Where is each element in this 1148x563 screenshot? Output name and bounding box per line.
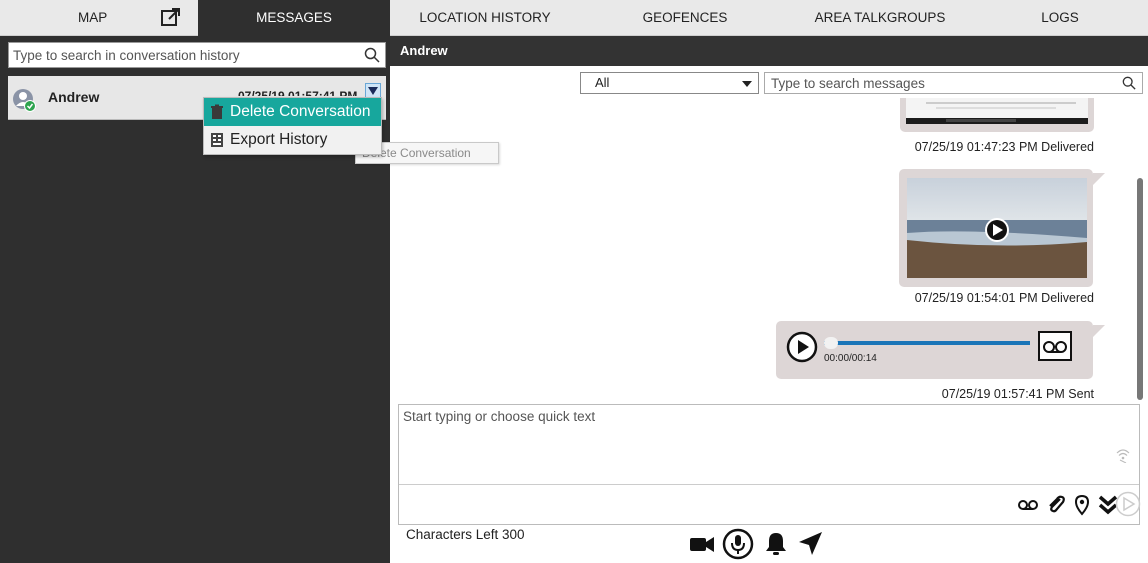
tab-area-talkgroups-label: AREA TALKGROUPS bbox=[814, 10, 946, 25]
tab-location-history[interactable]: LOCATION HISTORY bbox=[390, 0, 580, 36]
user-avatar-icon bbox=[13, 89, 36, 112]
tab-messages[interactable]: MESSAGES bbox=[198, 0, 390, 36]
navigation-arrow-icon[interactable] bbox=[796, 530, 824, 558]
top-nav: MAP MESSAGES LOCATION HISTORY GEOFENCES … bbox=[0, 0, 1148, 36]
location-pin-icon[interactable] bbox=[1071, 494, 1093, 516]
tab-geofences[interactable]: GEOFENCES bbox=[600, 0, 770, 36]
bubble-tail bbox=[1093, 325, 1105, 337]
delete-conversation-menu-item[interactable]: Delete Conversation bbox=[204, 98, 381, 126]
conversation-time: 07/25/19 01:57:41 PM bbox=[238, 89, 358, 96]
message-timestamp: 07/25/19 01:47:23 PM Delivered bbox=[914, 140, 1094, 154]
message-history: 07/25/19 01:47:23 PM Delivered 07/25/19 … bbox=[390, 98, 1148, 404]
export-history-label: Export History bbox=[230, 131, 328, 148]
conversation-search-input[interactable] bbox=[9, 43, 349, 67]
export-history-menu-item[interactable]: Export History bbox=[204, 126, 381, 154]
audio-message-bubble: 00:00/00:14 bbox=[776, 321, 1093, 379]
search-icon[interactable] bbox=[364, 47, 380, 63]
video-camera-icon[interactable] bbox=[688, 530, 716, 558]
video-message-bubble bbox=[899, 169, 1093, 287]
tab-map-label: MAP bbox=[78, 10, 108, 25]
message-timestamp: 07/25/19 01:57:41 PM Sent bbox=[941, 387, 1094, 401]
characters-left: Characters Left 300 bbox=[406, 527, 525, 542]
tab-logs-label: LOGS bbox=[1041, 10, 1079, 25]
app-window: MAP MESSAGES LOCATION HISTORY GEOFENCES … bbox=[0, 0, 1148, 563]
message-scrollbar[interactable] bbox=[1137, 178, 1143, 400]
conversation-context-menu: Delete Conversation Export History bbox=[203, 97, 382, 155]
paperclip-icon[interactable] bbox=[1045, 494, 1067, 516]
export-icon bbox=[211, 133, 223, 147]
conversation-name: Andrew bbox=[48, 89, 100, 105]
message-panel: Andrew All 07/25/19 0 bbox=[390, 36, 1148, 563]
play-icon[interactable] bbox=[786, 331, 818, 363]
video-thumbnail[interactable] bbox=[907, 178, 1087, 278]
search-icon[interactable] bbox=[1122, 76, 1136, 90]
conversation-header: Andrew bbox=[390, 36, 1148, 66]
message-filter-select[interactable]: All bbox=[580, 72, 759, 94]
popout-icon[interactable] bbox=[160, 6, 182, 28]
tab-map[interactable]: MAP bbox=[0, 0, 198, 36]
message-timestamp: 07/25/19 01:54:01 PM Delivered bbox=[914, 291, 1094, 305]
voicemail-icon[interactable] bbox=[1017, 494, 1039, 516]
send-icon[interactable] bbox=[1115, 491, 1141, 517]
tab-location-history-label: LOCATION HISTORY bbox=[419, 10, 551, 25]
delete-conversation-label: Delete Conversation bbox=[230, 103, 371, 120]
voicemail-icon bbox=[1038, 331, 1072, 361]
audio-time: 00:00/00:14 bbox=[824, 353, 877, 364]
image-message-bubble bbox=[900, 98, 1094, 132]
compose-box bbox=[398, 404, 1141, 525]
microphone-icon[interactable] bbox=[722, 528, 754, 560]
alert-bell-icon[interactable] bbox=[762, 530, 790, 558]
audio-progress-handle[interactable] bbox=[824, 337, 838, 349]
message-filter-value: All bbox=[595, 75, 610, 90]
chevron-down-icon bbox=[742, 81, 752, 87]
wifi-icon bbox=[1116, 449, 1130, 463]
compose-divider bbox=[399, 484, 1139, 485]
message-image-thumbnail[interactable] bbox=[906, 98, 1088, 124]
tab-messages-label: MESSAGES bbox=[256, 10, 332, 25]
tab-logs[interactable]: LOGS bbox=[1000, 0, 1120, 36]
conversation-search-box bbox=[8, 42, 386, 68]
message-search-input[interactable] bbox=[765, 73, 1105, 93]
audio-progress-bar[interactable] bbox=[824, 341, 1030, 345]
message-search-box bbox=[764, 72, 1143, 94]
bubble-tail bbox=[1093, 173, 1105, 185]
message-compose-input[interactable] bbox=[399, 405, 1139, 483]
tab-geofences-label: GEOFENCES bbox=[642, 10, 728, 25]
trash-icon bbox=[211, 104, 223, 119]
tab-area-talkgroups[interactable]: AREA TALKGROUPS bbox=[780, 0, 980, 36]
